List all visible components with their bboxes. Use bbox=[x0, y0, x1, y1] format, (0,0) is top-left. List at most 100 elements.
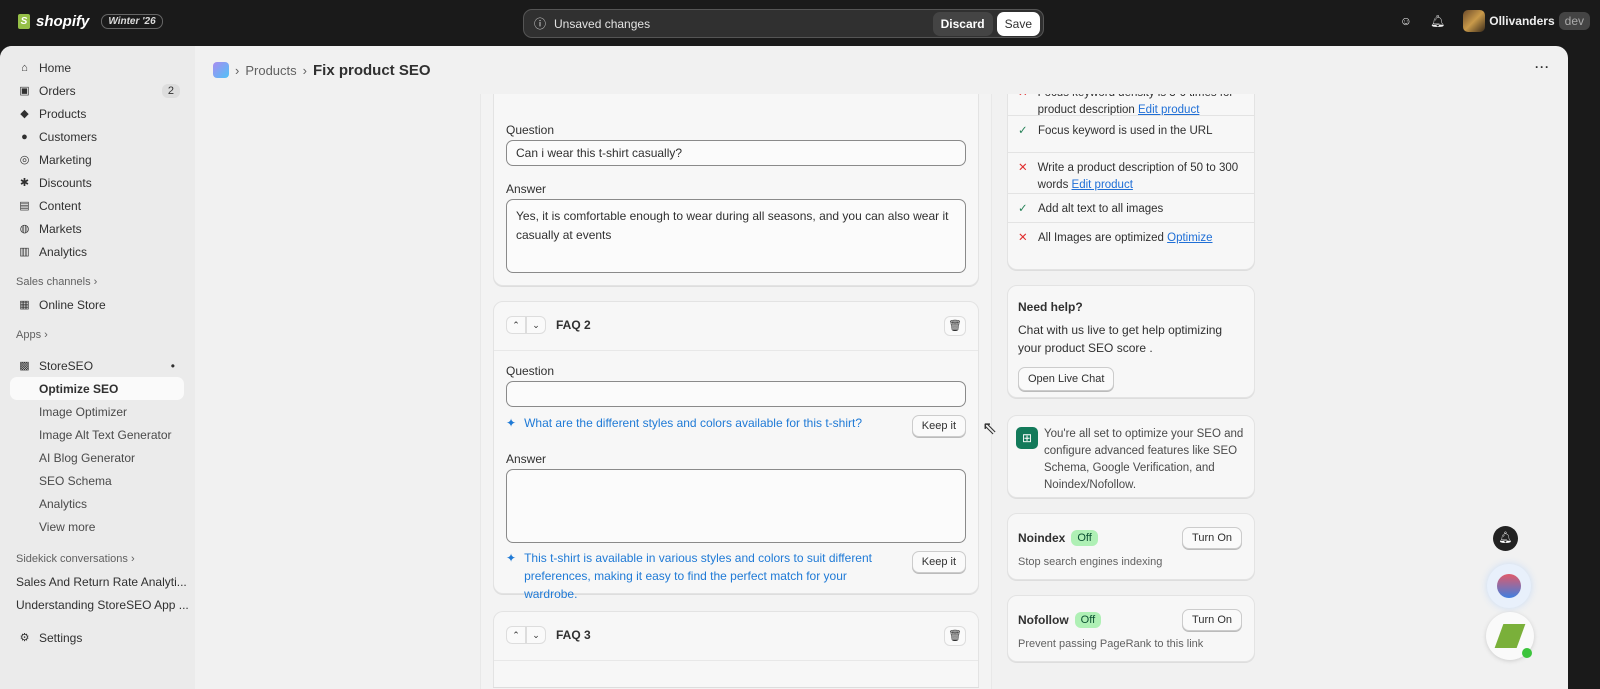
app-subitem[interactable]: View more bbox=[0, 515, 195, 538]
faq-title: FAQ 2 bbox=[556, 318, 591, 332]
sidebar-item-online-store[interactable]: ▦ Online Store bbox=[0, 293, 195, 316]
answer-textarea[interactable]: Yes, it is comfortable enough to wear du… bbox=[506, 199, 966, 273]
markets-icon: ◍ bbox=[19, 223, 30, 235]
sidebar-item-storeseo[interactable]: ▩ StoreSEO • bbox=[0, 354, 195, 377]
keep-question-button[interactable]: Keep it bbox=[911, 415, 966, 437]
robot-icon bbox=[1497, 574, 1521, 598]
nofollow-card: Nofollow Off Turn On Prevent passing Page… bbox=[1007, 595, 1255, 662]
label: Orders bbox=[39, 83, 76, 98]
delete-faq-button[interactable]: 🗑︎ bbox=[944, 316, 966, 336]
gear-icon: ⚙ bbox=[19, 632, 30, 644]
mouse-cursor: ⇖ bbox=[982, 418, 998, 438]
sidebar-item-discounts[interactable]: ✱ Discounts bbox=[0, 171, 195, 194]
sidebar-item-customers[interactable]: ● Customers bbox=[0, 125, 195, 148]
breadcrumb-products[interactable]: Products bbox=[245, 63, 296, 78]
status-badge: Off bbox=[1071, 530, 1098, 546]
faq-card-3: ⌃ ⌄ FAQ 3 🗑︎ bbox=[493, 611, 979, 687]
move-down-button[interactable]: ⌄ bbox=[526, 626, 546, 644]
sales-channels-heading[interactable]: Sales channels › bbox=[0, 271, 195, 293]
label: Markets bbox=[39, 221, 82, 236]
info-icon: ⓘ bbox=[534, 17, 547, 31]
checklist-text: Add alt text to all images bbox=[1038, 203, 1164, 215]
sidebar-item-markets[interactable]: ◍ Markets bbox=[0, 217, 195, 240]
move-up-button[interactable]: ⌃ bbox=[506, 316, 526, 334]
discard-button[interactable]: Discard bbox=[932, 11, 993, 36]
app-subitem[interactable]: AI Blog Generator bbox=[0, 446, 195, 469]
nofollow-turn-on-button[interactable]: Turn On bbox=[1182, 609, 1242, 631]
storeseo-app-icon[interactable] bbox=[213, 62, 229, 78]
checklist-text: Focus keyword is used in the URL bbox=[1038, 125, 1213, 137]
answer-textarea[interactable] bbox=[506, 469, 966, 543]
chatbot-fab[interactable] bbox=[1487, 564, 1531, 608]
delete-faq-button[interactable]: 🗑︎ bbox=[944, 626, 966, 646]
suggestion-text: What are the different styles and colors… bbox=[524, 416, 863, 430]
customers-icon: ● bbox=[21, 130, 28, 143]
noindex-turn-on-button[interactable]: Turn On bbox=[1182, 527, 1242, 549]
question-suggestion: ✦ What are the different styles and color… bbox=[506, 414, 862, 432]
sidekick-heading[interactable]: Sidekick conversations › bbox=[0, 548, 195, 570]
app-subitem[interactable]: Image Optimizer bbox=[0, 400, 195, 423]
conversation-item[interactable]: Understanding StoreSEO App ... bbox=[0, 593, 195, 616]
label: Marketing bbox=[39, 152, 92, 167]
app-subitem[interactable]: Analytics bbox=[0, 492, 195, 515]
seo-checklist-card: ✕Focus keyword density is 3-6 times for … bbox=[1007, 76, 1255, 270]
question-input[interactable]: Can i wear this t-shirt casually? bbox=[506, 140, 966, 166]
move-down-button[interactable]: ⌄ bbox=[526, 316, 546, 334]
sidebar-item-content[interactable]: ▤ Content bbox=[0, 194, 195, 217]
app-subitem[interactable]: Optimize SEO bbox=[10, 377, 184, 400]
label: Discounts bbox=[39, 175, 92, 190]
online-dot bbox=[1522, 648, 1532, 658]
label: Products bbox=[39, 106, 87, 121]
shopify-bag-icon: S bbox=[18, 14, 30, 29]
sidebar-item-analytics[interactable]: ▥ Analytics bbox=[0, 240, 195, 263]
faq-title: FAQ 3 bbox=[556, 628, 591, 642]
answer-suggestion: ✦ This t-shirt is available in various st… bbox=[506, 549, 896, 603]
open-live-chat-button[interactable]: Open Live Chat bbox=[1018, 367, 1115, 391]
noindex-title: Noindex bbox=[1018, 531, 1066, 545]
marketing-icon: ◎ bbox=[19, 154, 30, 166]
orders-icon: ▣ bbox=[19, 85, 30, 97]
move-up-button[interactable]: ⌃ bbox=[506, 626, 526, 644]
checklist-item: ✕ All Images are optimized Optimize bbox=[1018, 230, 1244, 247]
sidebar-item-orders[interactable]: ▣ Orders 2 bbox=[0, 79, 195, 102]
more-actions-icon[interactable]: ··· bbox=[1535, 60, 1550, 74]
sparkle-icon: ✦ bbox=[506, 416, 517, 430]
store-icon: ▦ bbox=[19, 299, 30, 311]
bell-icon[interactable]: 🔔︎ bbox=[1430, 14, 1445, 28]
question-input[interactable] bbox=[506, 381, 966, 407]
label: Content bbox=[39, 198, 82, 213]
shopify-app-fab[interactable] bbox=[1486, 612, 1534, 660]
checklist-link[interactable]: Edit product bbox=[1072, 179, 1133, 191]
app-subitem[interactable]: SEO Schema bbox=[0, 469, 195, 492]
check-icon: ✓ bbox=[1018, 125, 1028, 137]
sidebar: ⌂ Home ▣ Orders 2 ◆ Products ● Customers ◎ Marketi… bbox=[0, 46, 195, 689]
promo-text: You're all set to optimize your SEO and … bbox=[1044, 428, 1244, 491]
app-subitem[interactable]: Image Alt Text Generator bbox=[0, 423, 195, 446]
shopify-logo[interactable]: Sshopify Winter '26 bbox=[18, 13, 163, 30]
sidebar-item-home[interactable]: ⌂ Home bbox=[0, 56, 195, 79]
page-title: Fix product SEO bbox=[313, 61, 431, 79]
conversation-item[interactable]: Sales And Return Rate Analyti... bbox=[0, 570, 195, 593]
apps-heading[interactable]: Apps › bbox=[0, 324, 195, 346]
sidebar-item-settings[interactable]: ⚙ Settings bbox=[0, 626, 195, 649]
question-label: Question bbox=[506, 364, 555, 378]
checklist-link[interactable]: Optimize bbox=[1167, 232, 1212, 244]
help-title: Need help? bbox=[1018, 300, 1083, 314]
admin-frame: ⌂ Home ▣ Orders 2 ◆ Products ● Customers ◎ Marketi… bbox=[0, 46, 1568, 689]
nofollow-desc: Prevent passing PageRank to this link bbox=[1018, 638, 1204, 650]
status-badge: Off bbox=[1074, 612, 1102, 628]
label: Online Store bbox=[39, 297, 106, 312]
notification-fab[interactable]: 🔔︎ bbox=[1493, 526, 1518, 551]
question-label: Question bbox=[506, 123, 555, 137]
store-menu[interactable]: Ollivanders dev bbox=[1463, 10, 1590, 32]
checklist-item: ✓ Focus keyword is used in the URL bbox=[1018, 123, 1244, 140]
keep-answer-button[interactable]: Keep it bbox=[911, 551, 966, 573]
noindex-desc: Stop search engines indexing bbox=[1018, 556, 1163, 568]
sidebar-item-marketing[interactable]: ◎ Marketing bbox=[0, 148, 195, 171]
save-button[interactable]: Save bbox=[996, 11, 1040, 36]
features-icon: ⊞ bbox=[1016, 427, 1038, 449]
sidebar-item-products[interactable]: ◆ Products bbox=[0, 102, 195, 125]
label: Analytics bbox=[39, 244, 88, 259]
sidekick-icon[interactable]: ☺ bbox=[1400, 14, 1412, 28]
products-icon: ◆ bbox=[20, 108, 29, 120]
